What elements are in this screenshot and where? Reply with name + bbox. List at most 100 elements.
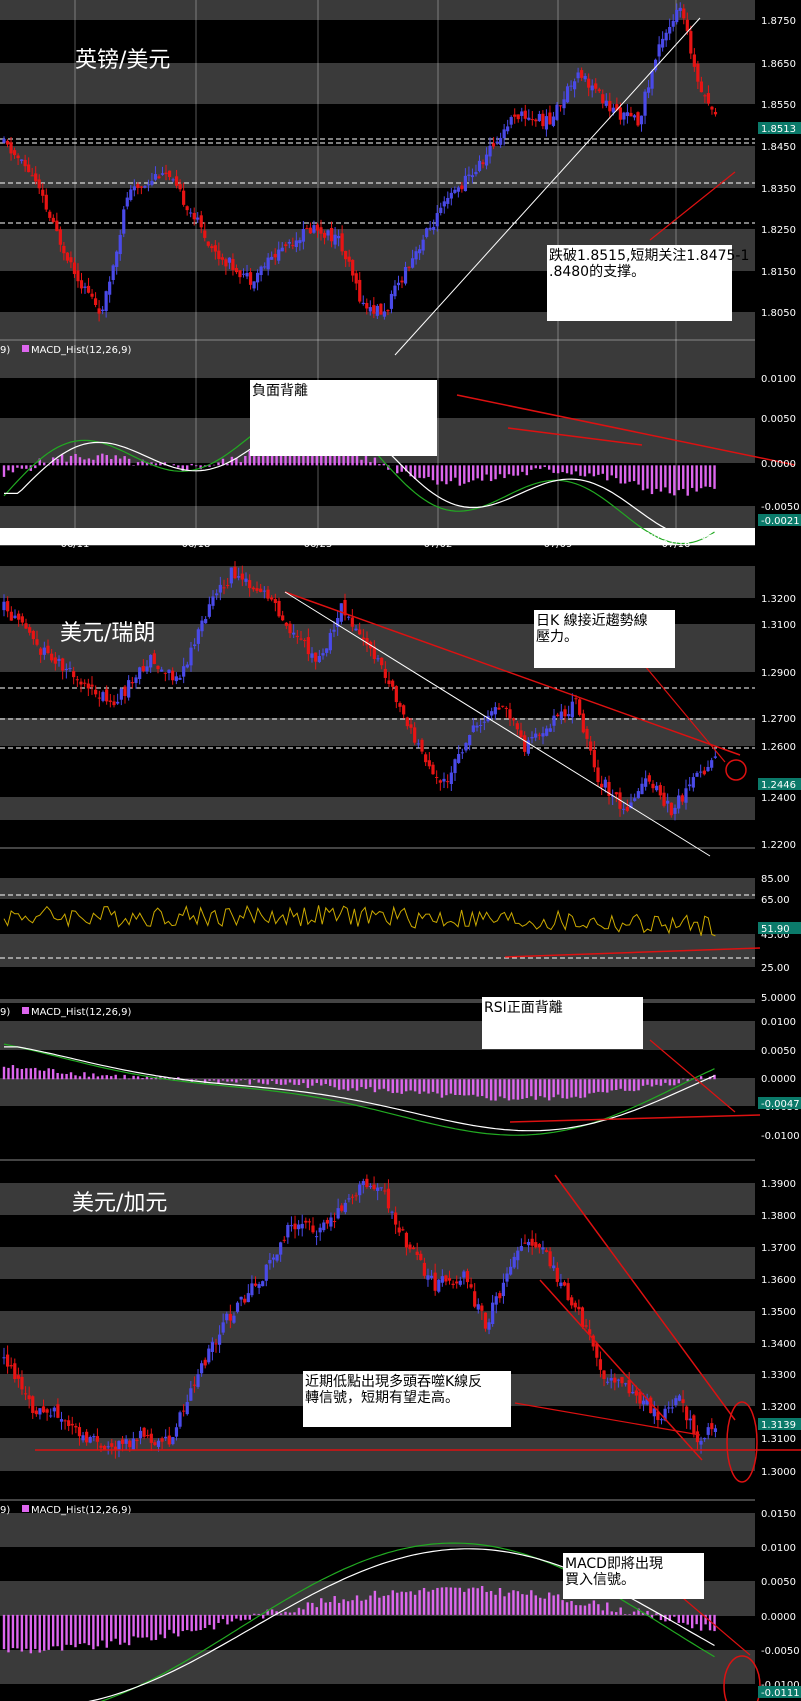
candle-body (108, 700, 112, 702)
candle-body (20, 159, 24, 161)
macd-histogram-bar (364, 1599, 368, 1615)
macd-histogram-bar (293, 1079, 296, 1085)
macd-histogram-bar (150, 1614, 153, 1641)
candle-body (2, 601, 6, 611)
y-tick-label: 0.0100 (761, 374, 796, 385)
candle-body (403, 266, 408, 284)
macd-histogram-bar (239, 1079, 243, 1081)
candle-body (680, 795, 684, 802)
candle-body (217, 250, 221, 259)
macd-histogram-bar (610, 465, 613, 476)
candle-body (530, 1238, 534, 1246)
macd-histogram-bar (217, 462, 220, 466)
date-label: 06/25 (304, 539, 333, 550)
candle-body (304, 1220, 308, 1223)
macd-histogram-bar (391, 1590, 394, 1615)
candle-body (131, 1438, 135, 1451)
y-tick-label: 0.0000 (761, 1612, 796, 1623)
candle-body (636, 791, 640, 799)
macd-histogram-bar (516, 1591, 520, 1615)
macd-histogram-bar (306, 1079, 310, 1088)
macd-histogram-bar (628, 465, 631, 482)
macd-histogram-bar (293, 1612, 296, 1615)
macd-histogram-bar (659, 1079, 663, 1086)
candle-body (644, 778, 648, 787)
candle-body (589, 741, 593, 751)
candle-body (627, 1380, 631, 1394)
candle-body (347, 616, 351, 618)
candle-body (437, 1279, 441, 1292)
candle-body (402, 705, 406, 715)
candle-body (217, 1334, 222, 1345)
candle-body (286, 1224, 290, 1238)
macd-histogram-bar (436, 465, 439, 485)
y-tick-label: 1.3800 (761, 1211, 796, 1222)
candle-body (311, 1225, 315, 1233)
rsi-line (3, 904, 716, 937)
candle-body (393, 285, 397, 297)
macd-histogram-bar (279, 1613, 283, 1615)
candle-body (182, 1410, 186, 1412)
macd-legend-swatch (22, 1505, 29, 1512)
candle-body (289, 1225, 294, 1227)
candle-body (97, 697, 101, 699)
candle-body (68, 668, 72, 670)
candle-body (699, 81, 703, 93)
y-tick-label: 5.0000 (761, 993, 796, 1004)
macd-histogram-bar (619, 1607, 622, 1615)
candle-body (699, 771, 703, 773)
candle-body (314, 1236, 319, 1238)
macd-histogram-bar (413, 1594, 417, 1615)
macd-histogram-bar (606, 1079, 609, 1093)
macd-histogram-bar (11, 1614, 15, 1649)
candle-body (92, 1436, 96, 1438)
candle-body (74, 1425, 78, 1428)
candle-body (59, 1419, 64, 1422)
candle-body (520, 111, 524, 116)
macd-histogram-bar (396, 465, 399, 474)
macd-histogram-bar (177, 465, 180, 468)
candle-body (675, 9, 679, 23)
candle-body (396, 282, 401, 286)
macd-histogram-bar (530, 1079, 533, 1097)
candle-body (713, 111, 718, 115)
candle-body (471, 725, 475, 732)
candle-body (361, 1181, 365, 1186)
candle-body (277, 249, 281, 261)
annotation-text: 負面背離 (252, 382, 308, 399)
candle-body (122, 209, 126, 234)
candle-body (351, 259, 355, 276)
macd-histogram-bar (20, 1068, 24, 1080)
candle-body (574, 698, 578, 700)
macd-histogram-bar (38, 1070, 41, 1080)
macd-histogram-bar (570, 1601, 573, 1615)
macd-histogram-bar (208, 1614, 211, 1625)
candle-body (544, 116, 549, 130)
macd-histogram-bar (467, 1079, 470, 1096)
macd-histogram-bar (396, 1592, 399, 1615)
y-tick-label: 1.8050 (761, 308, 796, 319)
candle-body (293, 1223, 297, 1230)
candle-body (398, 703, 402, 707)
y-tick-label: 0.0100 (761, 1017, 796, 1028)
macd-histogram-bar (543, 465, 546, 468)
macd-histogram-bar (565, 1602, 569, 1615)
candle-body (565, 86, 570, 103)
candle-body (328, 632, 332, 651)
y-tick-label: 1.3000 (761, 1467, 796, 1478)
candle-body (284, 622, 288, 626)
candle-body (482, 721, 486, 723)
candle-body (400, 280, 404, 283)
candle-body (110, 1443, 114, 1447)
macd-histogram-bar (387, 1595, 390, 1615)
candle-body (387, 680, 391, 684)
candle-body (30, 175, 34, 177)
candle-body (577, 1306, 581, 1310)
macd-histogram-bar (127, 1614, 131, 1646)
candle-body (203, 230, 207, 238)
candle-body (460, 752, 464, 754)
candle-body (281, 615, 285, 621)
candle-body (130, 682, 134, 684)
macd-histogram-bar (239, 1614, 243, 1621)
candle-body (570, 1297, 574, 1306)
